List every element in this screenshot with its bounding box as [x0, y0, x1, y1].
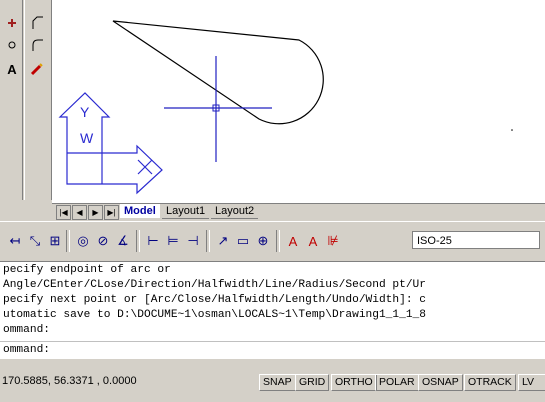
crosshair-cursor [164, 56, 272, 162]
fillet-button[interactable] [28, 36, 46, 54]
osnap-toggle[interactable]: OSNAP [418, 374, 463, 391]
tab-layout2[interactable]: Layout2 [211, 204, 259, 219]
last-tab-button[interactable]: ▶| [104, 205, 119, 220]
tolerance-icon: ▭ [236, 233, 250, 248]
toolbar-separator [66, 230, 70, 252]
ordinate-dim-icon: ⊞ [49, 233, 61, 248]
diameter-dim-button[interactable]: ⊘ [94, 232, 112, 250]
grid-toggle[interactable]: GRID [295, 374, 330, 391]
left-toolbars: A [0, 0, 52, 200]
quick-dim-icon: ⊢ [147, 233, 159, 248]
toolbar-separator [276, 230, 280, 252]
ordinate-dim-button[interactable]: ⊞ [46, 232, 64, 250]
command-history-line: pecify endpoint of arc or [3, 264, 171, 276]
dim-update-icon: ⊯ [327, 233, 339, 248]
dimstyle-select[interactable]: ISO-25 [412, 231, 540, 249]
leader-icon: ↗ [217, 233, 229, 248]
command-history-line: pecify next point or [Arc/Close/Halfwidt… [3, 294, 426, 306]
center-mark-button[interactable]: ⊕ [254, 232, 272, 250]
status-bar: 170.5885, 56.3371 , 0.0000 SNAP GRID ORT… [0, 362, 545, 402]
explode-button[interactable] [28, 60, 46, 78]
continue-dim-icon: ⊣ [187, 233, 199, 248]
dim-edit-button[interactable]: A [284, 232, 302, 250]
command-prompt: ommand: [3, 344, 50, 356]
ucs-y-label: Y [80, 104, 90, 120]
dimension-toolbar: ↤ ⤡ ⊞ ◎ ⊘ ∡ ⊢ ⊨ ⊣ ↗ ▭ ⊕ A A ⊯ ISO-25 [0, 221, 545, 260]
toolbar-separator [136, 230, 140, 252]
tab-layout1[interactable]: Layout1 [162, 204, 210, 219]
linear-dim-icon: ↤ [9, 233, 21, 248]
ucs-icon [58, 92, 163, 195]
quick-dim-button[interactable]: ⊢ [144, 232, 162, 250]
linear-dim-button[interactable]: ↤ [6, 232, 24, 250]
coordinate-readout: 170.5885, 56.3371 , 0.0000 [2, 375, 137, 387]
layout-tab-bar: |◀ ◀ ▶ ▶| Model Layout1 Layout2 [52, 203, 545, 221]
insert-block-button[interactable] [3, 14, 21, 32]
continue-dim-button[interactable]: ⊣ [184, 232, 202, 250]
radius-dim-button[interactable]: ◎ [74, 232, 92, 250]
lwt-toggle[interactable]: LV [518, 374, 545, 391]
tolerance-button[interactable]: ▭ [234, 232, 252, 250]
otrack-toggle[interactable]: OTRACK [464, 374, 516, 391]
diameter-dim-icon: ⊘ [97, 233, 109, 248]
command-history-line: ommand: [3, 324, 50, 336]
next-icon: ▶ [92, 208, 99, 217]
prev-tab-button[interactable]: ◀ [72, 205, 87, 220]
first-icon: |◀ [59, 208, 68, 217]
command-history-line: Angle/CEnter/CLose/Direction/Halfwidth/L… [3, 279, 426, 291]
baseline-dim-button[interactable]: ⊨ [164, 232, 182, 250]
dim-update-button[interactable]: ⊯ [324, 232, 342, 250]
command-history: pecify endpoint of arc or Angle/CEnter/C… [0, 261, 545, 342]
aligned-dim-icon: ⤡ [29, 233, 41, 248]
dim-edit-icon: A [288, 233, 298, 249]
command-history-line: utomatic save to D:\DOCUME~1\osman\LOCAL… [3, 309, 426, 321]
dim-text-edit-icon: A [308, 233, 318, 249]
toolbar-separator [206, 230, 210, 252]
leader-button[interactable]: ↗ [214, 232, 232, 250]
text-icon: A [7, 61, 17, 77]
polar-toggle[interactable]: POLAR [375, 374, 419, 391]
ucs-w-label: W [80, 130, 94, 146]
modify-toolbar [24, 0, 52, 200]
next-tab-button[interactable]: ▶ [88, 205, 103, 220]
last-icon: ▶| [107, 208, 116, 217]
aligned-dim-button[interactable]: ⤡ [26, 232, 44, 250]
point-button[interactable] [3, 36, 21, 54]
tab-model[interactable]: Model [120, 204, 160, 218]
center-mark-icon: ⊕ [257, 233, 269, 248]
radius-dim-icon: ◎ [77, 233, 89, 248]
text-button[interactable]: A [3, 60, 21, 78]
snap-toggle[interactable]: SNAP [259, 374, 296, 391]
draw-toolbar: A [0, 0, 23, 200]
angular-dim-icon: ∡ [117, 233, 129, 248]
dim-text-edit-button[interactable]: A [304, 232, 322, 250]
drawing-area[interactable]: Y W [52, 0, 545, 203]
chamfer-button[interactable] [28, 14, 46, 32]
prev-icon: ◀ [76, 208, 83, 217]
command-input[interactable]: ommand: [0, 341, 545, 359]
first-tab-button[interactable]: |◀ [56, 205, 71, 220]
baseline-dim-icon: ⊨ [167, 233, 179, 248]
angular-dim-button[interactable]: ∡ [114, 232, 132, 250]
ortho-toggle[interactable]: ORTHO [331, 374, 377, 391]
